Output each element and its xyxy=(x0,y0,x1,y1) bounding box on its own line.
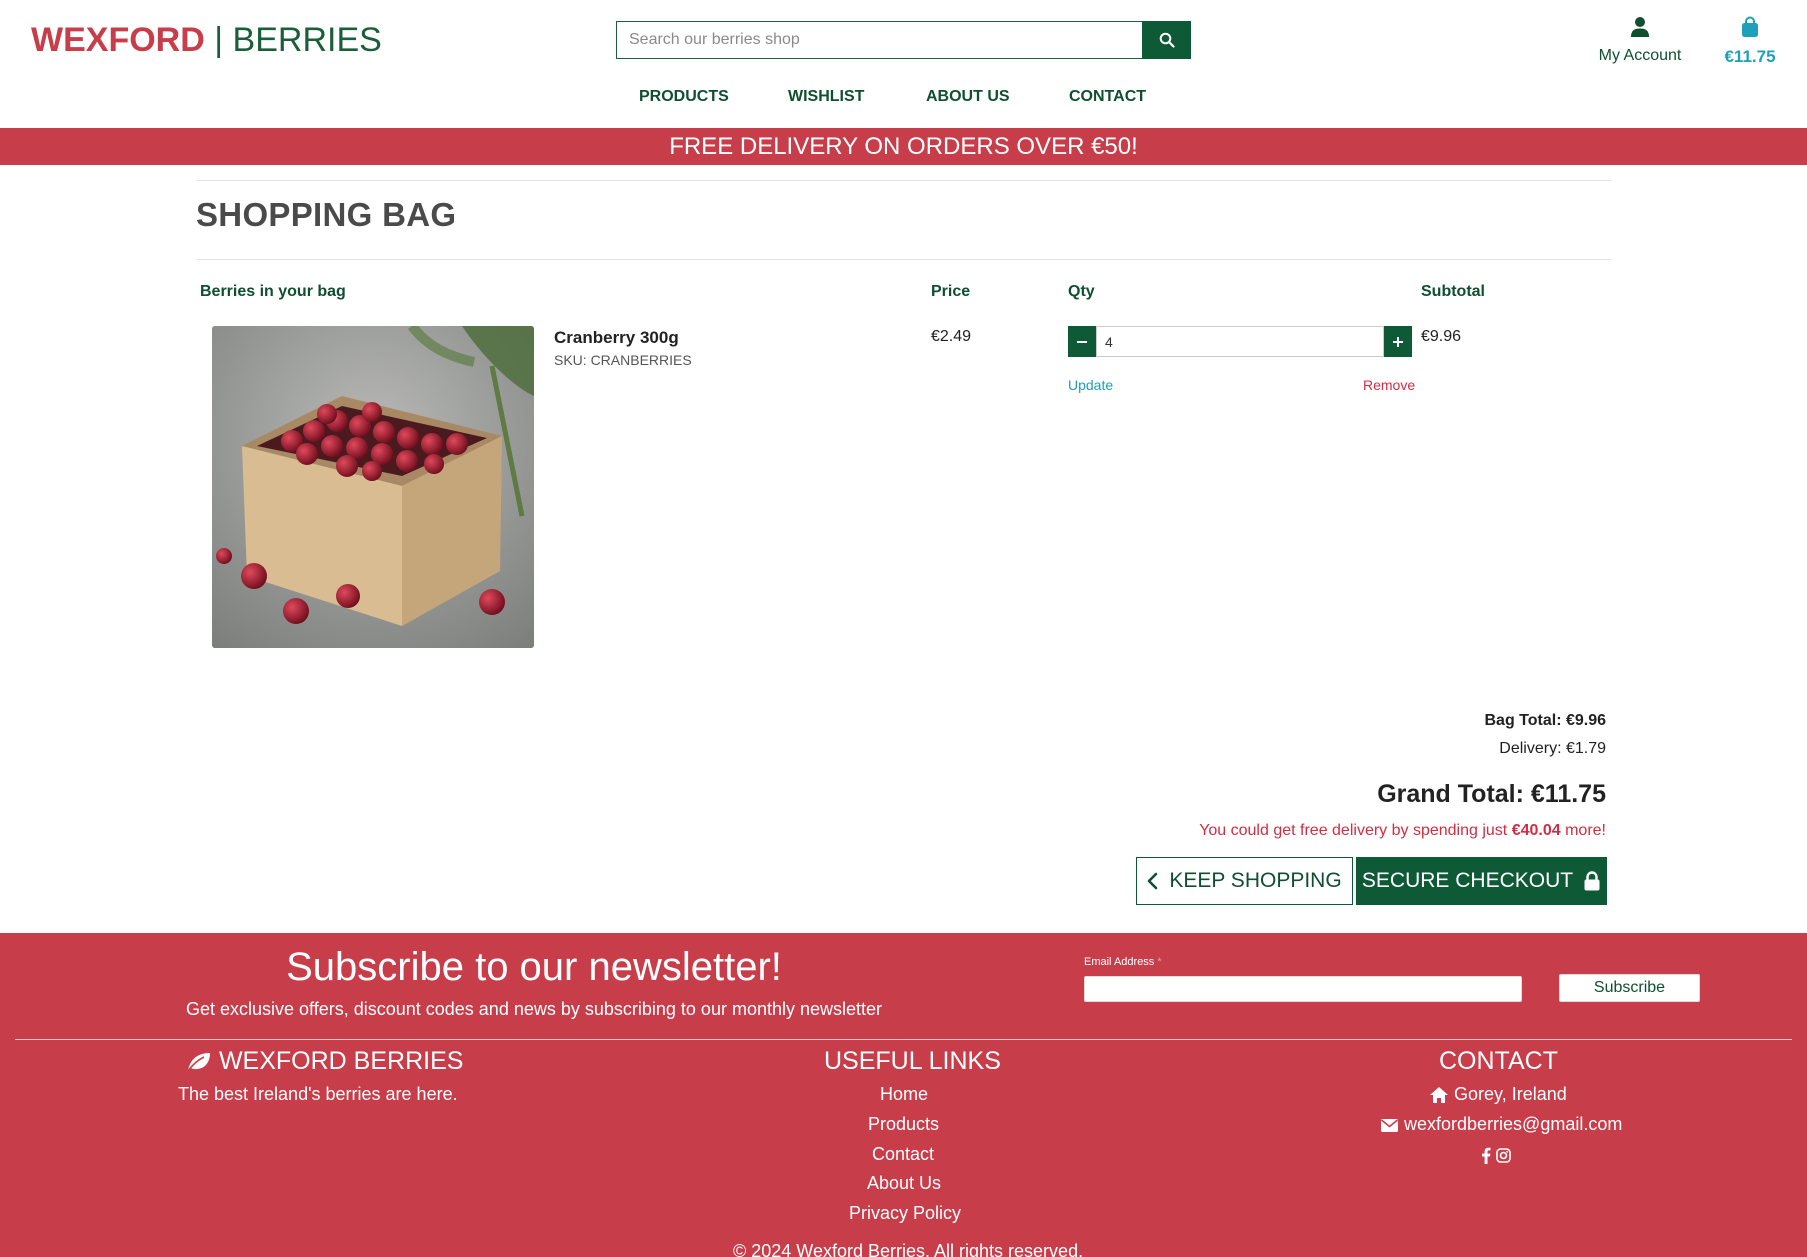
free-delivery-prefix: You could get free delivery by spending … xyxy=(1199,822,1508,839)
qty-input[interactable] xyxy=(1096,326,1384,357)
user-icon xyxy=(1631,17,1649,37)
my-account-label: My Account xyxy=(1598,47,1682,64)
free-delivery-suffix: more! xyxy=(1565,822,1606,839)
search-icon xyxy=(1159,32,1175,48)
product-name: Cranberry 300g xyxy=(554,328,679,347)
copyright: © 2024 Wexford Berries. All rights reser… xyxy=(733,1241,1084,1257)
facebook-icon xyxy=(1482,1147,1491,1164)
newsletter-subtitle: Get exclusive offers, discount codes and… xyxy=(185,999,883,1019)
site-footer: Subscribe to our newsletter! Get exclusi… xyxy=(0,933,1807,1257)
footer-link-about-us[interactable]: About Us xyxy=(867,1173,941,1194)
update-link[interactable]: Update xyxy=(1068,377,1113,393)
facebook-link[interactable] xyxy=(1481,1144,1496,1164)
footer-contact-title: CONTACT xyxy=(1439,1047,1558,1075)
keep-shopping-button[interactable]: KEEP SHOPPING xyxy=(1136,857,1353,905)
page-title: SHOPPING BAG xyxy=(196,196,457,233)
social-links xyxy=(1481,1144,1511,1165)
search-form xyxy=(616,21,1191,59)
footer-brand-title: WEXFORD BERRIES xyxy=(186,1047,463,1076)
nav-wishlist[interactable]: WISHLIST xyxy=(788,88,864,106)
quantity-stepper xyxy=(1068,326,1412,357)
logo-separator: | xyxy=(214,21,224,59)
chevron-left-icon xyxy=(1148,872,1158,890)
product-image xyxy=(212,326,534,648)
footer-link-home[interactable]: Home xyxy=(880,1084,928,1105)
shopping-bag-link[interactable]: €11.75 xyxy=(1720,16,1780,67)
newsletter-title: Subscribe to our newsletter! xyxy=(286,945,782,989)
remove-link[interactable]: Remove xyxy=(1363,377,1415,393)
column-header-qty: Qty xyxy=(1068,283,1095,300)
decrement-qty-button[interactable] xyxy=(1068,326,1096,357)
nav-contact[interactable]: CONTACT xyxy=(1069,88,1146,106)
secure-checkout-label: SECURE CHECKOUT xyxy=(1361,869,1574,892)
instagram-icon xyxy=(1496,1147,1511,1163)
envelope-icon xyxy=(1380,1118,1399,1132)
main-nav: PRODUCTS WISHLIST ABOUT US CONTACT xyxy=(0,88,1807,112)
leaf-icon xyxy=(187,1053,210,1072)
column-header-price: Price xyxy=(931,283,971,300)
footer-email-link[interactable]: wexfordberries@gmail.com xyxy=(1380,1114,1622,1135)
shopping-bag-icon xyxy=(1742,16,1758,37)
nav-about-us[interactable]: ABOUT US xyxy=(926,88,1010,106)
column-header-item: Berries in your bag xyxy=(200,283,346,300)
product-sku: SKU: CRANBERRIES xyxy=(554,352,692,368)
footer-location: Gorey, Ireland xyxy=(1429,1084,1567,1105)
site-header: WEXFORD | BERRIES My Account €11.75 PROD… xyxy=(0,0,1807,128)
footer-brand-name: WEXFORD BERRIES xyxy=(218,1047,464,1075)
minus-icon xyxy=(1077,340,1087,343)
product-subtotal: €9.96 xyxy=(1421,328,1462,345)
grand-total: Grand Total: €11.75 xyxy=(1377,780,1606,808)
home-icon xyxy=(1430,1087,1448,1104)
delivery-cost: Delivery: €1.79 xyxy=(1499,740,1606,757)
divider xyxy=(196,259,1612,260)
required-marker: * xyxy=(1157,956,1162,968)
email-label-text: Email Address xyxy=(1084,956,1155,968)
logo-secondary: BERRIES xyxy=(232,21,382,59)
search-input[interactable] xyxy=(616,21,1142,59)
footer-email-text: wexfordberries@gmail.com xyxy=(1404,1114,1623,1134)
column-header-subtotal: Subtotal xyxy=(1421,283,1485,300)
keep-shopping-label: KEEP SHOPPING xyxy=(1169,869,1342,892)
footer-links-title: USEFUL LINKS xyxy=(824,1047,1001,1075)
logo-primary: WEXFORD xyxy=(31,21,205,59)
footer-brand-tagline: The best Ireland's berries are here. xyxy=(178,1084,458,1104)
footer-link-contact[interactable]: Contact xyxy=(872,1144,934,1165)
free-delivery-message: You could get free delivery by spending … xyxy=(1199,822,1606,840)
secure-checkout-button[interactable]: SECURE CHECKOUT xyxy=(1356,857,1607,905)
newsletter-email-input[interactable] xyxy=(1084,976,1522,1002)
divider xyxy=(196,180,1612,181)
footer-divider xyxy=(15,1039,1792,1040)
bag-total-amount: €11.75 xyxy=(1724,47,1776,66)
instagram-link[interactable] xyxy=(1496,1144,1511,1164)
bag-total: Bag Total: €9.96 xyxy=(1484,712,1606,729)
site-logo[interactable]: WEXFORD | BERRIES xyxy=(31,18,382,62)
footer-location-text: Gorey, Ireland xyxy=(1454,1084,1567,1104)
subscribe-button[interactable]: Subscribe xyxy=(1559,974,1700,1002)
lock-icon xyxy=(1584,871,1600,891)
footer-link-privacy-policy[interactable]: Privacy Policy xyxy=(849,1203,961,1224)
footer-link-products[interactable]: Products xyxy=(868,1114,939,1135)
my-account-link[interactable]: My Account xyxy=(1590,16,1690,65)
search-button[interactable] xyxy=(1142,21,1191,59)
nav-products[interactable]: PRODUCTS xyxy=(639,88,729,106)
free-delivery-banner: FREE DELIVERY ON ORDERS OVER €50! xyxy=(0,128,1807,165)
email-label: Email Address * xyxy=(1084,956,1162,968)
product-price: €2.49 xyxy=(931,328,972,345)
plus-icon xyxy=(1393,336,1403,347)
increment-qty-button[interactable] xyxy=(1384,326,1412,357)
free-delivery-amount: €40.04 xyxy=(1511,822,1561,839)
